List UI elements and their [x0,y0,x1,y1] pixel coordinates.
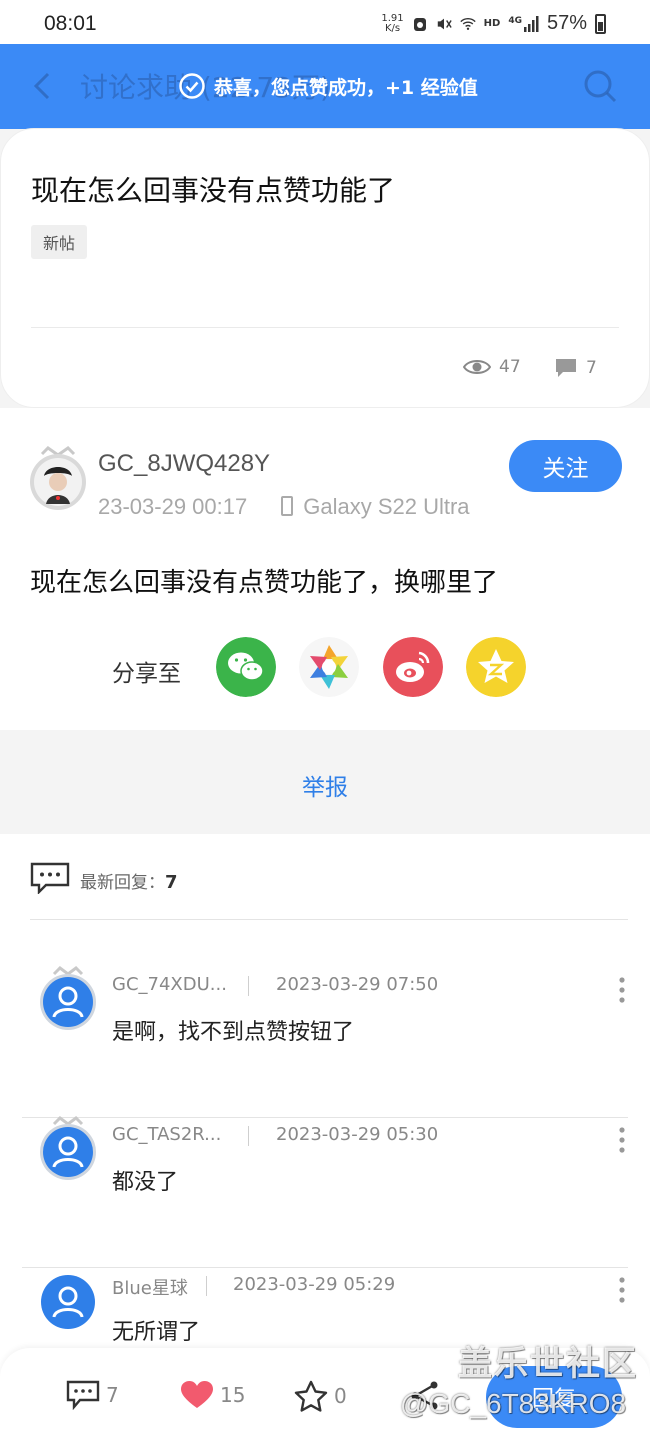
share-label: 分享至 [112,661,181,687]
post-device: Galaxy S22 Ultra [281,494,470,520]
new-post-tag: 新帖 [31,225,88,259]
reply-avatar[interactable] [38,1270,98,1334]
back-arrow-icon[interactable] [28,66,58,106]
report-section: 举报 [0,730,650,834]
check-circle-icon [179,73,205,99]
phone-icon [281,496,294,516]
divider [31,327,619,328]
share-action[interactable] [408,1380,442,1410]
toast-text: 恭喜，您点赞成功，+1 经验值 [214,76,478,99]
replies-count: 7 [165,872,178,893]
report-link[interactable]: 举报 [0,768,650,802]
more-options-icon[interactable] [616,1276,628,1304]
comment-action[interactable]: 7 [66,1380,119,1410]
comment-bubble-icon [556,359,576,377]
reply-username[interactable]: Blue星球 [112,1274,188,1300]
wechat-icon[interactable] [216,637,276,697]
mute-icon [436,16,452,32]
separator [248,976,249,996]
status-time: 08:01 [44,12,97,35]
signal-icon: 4G [508,15,539,32]
replies-header-label: 最新回复： [80,873,165,893]
speed-value: 1.91 [381,12,404,24]
comment-count-value: 7 [586,358,597,378]
reply-username[interactable]: GC_TAS2R... [112,1124,221,1145]
reply-item: GC_74XDU... 2023-03-29 07:50 是啊，找不到点赞按钮了 [22,966,628,1118]
reply-button[interactable]: 回复 [486,1366,622,1428]
more-options-icon[interactable] [616,976,628,1004]
network-speed: 1.91 K/s [381,12,404,34]
post-title: 现在怎么回事没有点赞功能了 [31,174,396,207]
share-icon [411,1381,438,1410]
divider [30,919,628,920]
favorite-action[interactable]: 0 [294,1380,347,1412]
eye-icon [463,360,491,374]
view-count: 47 [463,357,521,377]
post-body: GC_8JWQ428Y 23-03-29 00:17 Galaxy S22 Ul… [0,408,650,730]
author-avatar[interactable] [28,446,88,512]
qzone-icon[interactable] [466,637,526,697]
more-options-icon[interactable] [616,1126,628,1154]
wifi-icon [459,16,476,32]
view-count-value: 47 [499,357,521,377]
author-name[interactable]: GC_8JWQ428Y [98,450,270,478]
star-icon [294,1380,328,1412]
battery-percent: 57% [546,12,587,34]
reply-text: 是啊，找不到点赞按钮了 [112,1020,355,1045]
reply-time: 2023-03-29 05:29 [233,1274,396,1295]
like-success-toast: 恭喜，您点赞成功，+1 经验值 [178,72,478,100]
favorite-action-count: 0 [334,1384,347,1408]
reply-item: GC_TAS2R... 2023-03-29 05:30 都没了 [22,1116,628,1268]
bottom-action-bar: 7 15 0 回复 [0,1348,650,1444]
device-name: Galaxy S22 Ultra [303,494,470,519]
post-title-card: 现在怎么回事没有点赞功能了 新帖 47 7 [0,128,650,408]
like-action-count: 15 [220,1383,246,1407]
status-bar: 08:01 1.91 K/s HD 4G 57% [0,0,650,44]
battery-icon [595,13,606,34]
replies-header: 最新回复：7 [80,868,178,893]
reply-avatar[interactable] [38,966,98,1030]
separator [248,1126,249,1146]
reply-avatar[interactable] [38,1116,98,1180]
weibo-icon[interactable] [383,637,443,697]
separator [206,1276,207,1296]
reply-text: 无所谓了 [112,1320,201,1345]
reply-time: 2023-03-29 07:50 [276,974,439,995]
reply-time: 2023-03-29 05:30 [276,1124,439,1145]
network-label: 4G [508,15,522,26]
post-meta: 23-03-29 00:17 Galaxy S22 Ultra [98,494,470,520]
reply-text: 都没了 [112,1170,179,1195]
reply-username[interactable]: GC_74XDU... [112,974,227,995]
post-content: 现在怎么回事没有点赞功能了，换哪里了 [30,568,499,598]
search-icon[interactable] [580,66,620,106]
hd-label: HD [483,18,501,29]
comment-icon [66,1380,100,1410]
recycle-icon [412,16,428,32]
follow-button[interactable]: 关注 [509,440,622,492]
heart-icon [181,1381,213,1408]
app-header: 讨论求助 (22.73万) 恭喜，您点赞成功，+1 经验值 [0,44,650,129]
like-action[interactable]: 15 [180,1380,245,1410]
post-date: 23-03-29 00:17 [98,494,248,519]
speed-unit: K/s [384,22,401,34]
comment-action-count: 7 [106,1383,119,1407]
moments-icon[interactable] [299,637,359,697]
comment-count: 7 [554,357,597,379]
status-icons: 1.91 K/s HD 4G 57% [381,12,606,35]
message-dots-icon [30,862,70,894]
